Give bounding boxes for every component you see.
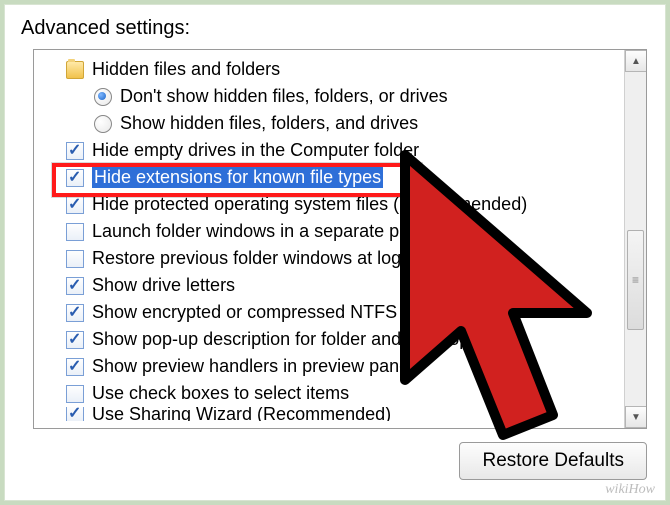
option-hide-empty-drives[interactable]: Hide empty drives in the Computer folder xyxy=(44,137,620,164)
advanced-settings-list[interactable]: Hidden files and folders Don't show hidd… xyxy=(33,49,647,429)
checkbox-icon[interactable] xyxy=(66,169,84,187)
option-show-popup-desc[interactable]: Show pop-up description for folder and d… xyxy=(44,326,620,353)
radio-icon[interactable] xyxy=(94,115,112,133)
option-label: Show pop-up description for folder and d… xyxy=(92,329,517,350)
option-label: Hide protected operating system files (R… xyxy=(92,194,527,215)
watermark-text: wikiHow xyxy=(605,482,655,498)
folder-icon xyxy=(66,61,84,79)
scroll-thumb[interactable] xyxy=(627,230,644,330)
radio-label: Don't show hidden files, folders, or dri… xyxy=(120,86,448,107)
option-show-preview-handlers[interactable]: Show preview handlers in preview pane xyxy=(44,353,620,380)
option-label: Use Sharing Wizard (Recommended) xyxy=(92,407,391,421)
group-label: Hidden files and folders xyxy=(92,59,280,80)
checkbox-icon[interactable] xyxy=(66,223,84,241)
checkbox-icon[interactable] xyxy=(66,407,84,421)
checkbox-icon[interactable] xyxy=(66,385,84,403)
checkbox-icon[interactable] xyxy=(66,358,84,376)
option-label: Show encrypted or compressed NTFS files … xyxy=(92,302,497,323)
settings-rows: Hidden files and folders Don't show hidd… xyxy=(44,56,620,428)
restore-defaults-button[interactable]: Restore Defaults xyxy=(459,442,647,480)
option-label: Show preview handlers in preview pane xyxy=(92,356,409,377)
checkbox-icon[interactable] xyxy=(66,142,84,160)
radio-label: Show hidden files, folders, and drives xyxy=(120,113,418,134)
radio-icon[interactable] xyxy=(94,88,112,106)
option-label-highlighted: Hide extensions for known file types xyxy=(92,167,383,188)
dialog-frame: Advanced settings: Hidden files and fold… xyxy=(4,4,666,501)
checkbox-icon[interactable] xyxy=(66,277,84,295)
option-show-encrypted-color[interactable]: Show encrypted or compressed NTFS files … xyxy=(44,299,620,326)
option-label: Restore previous folder windows at logon xyxy=(92,248,421,269)
option-launch-separate[interactable]: Launch folder windows in a separate proc… xyxy=(44,218,620,245)
checkbox-icon[interactable] xyxy=(66,331,84,349)
radio-dont-show-hidden[interactable]: Don't show hidden files, folders, or dri… xyxy=(44,83,620,110)
option-label: Use check boxes to select items xyxy=(92,383,349,404)
option-hide-protected-os[interactable]: Hide protected operating system files (R… xyxy=(44,191,620,218)
option-use-checkboxes[interactable]: Use check boxes to select items xyxy=(44,380,620,407)
radio-show-hidden[interactable]: Show hidden files, folders, and drives xyxy=(44,110,620,137)
option-label: Launch folder windows in a separate proc… xyxy=(92,221,452,242)
option-label: Hide empty drives in the Computer folder xyxy=(92,140,419,161)
checkbox-icon[interactable] xyxy=(66,250,84,268)
option-restore-previous[interactable]: Restore previous folder windows at logon xyxy=(44,245,620,272)
option-use-sharing-wizard[interactable]: Use Sharing Wizard (Recommended) xyxy=(44,407,620,421)
option-label: Show drive letters xyxy=(92,275,235,296)
group-hidden-files: Hidden files and folders xyxy=(44,56,620,83)
scrollbar-vertical[interactable]: ▲ ▼ xyxy=(624,50,646,428)
option-show-drive-letters[interactable]: Show drive letters xyxy=(44,272,620,299)
scroll-up-button[interactable]: ▲ xyxy=(625,50,647,72)
checkbox-icon[interactable] xyxy=(66,196,84,214)
option-hide-extensions[interactable]: Hide extensions for known file types xyxy=(44,164,620,191)
scroll-down-button[interactable]: ▼ xyxy=(625,406,647,428)
section-title: Advanced settings: xyxy=(21,17,190,40)
checkbox-icon[interactable] xyxy=(66,304,84,322)
